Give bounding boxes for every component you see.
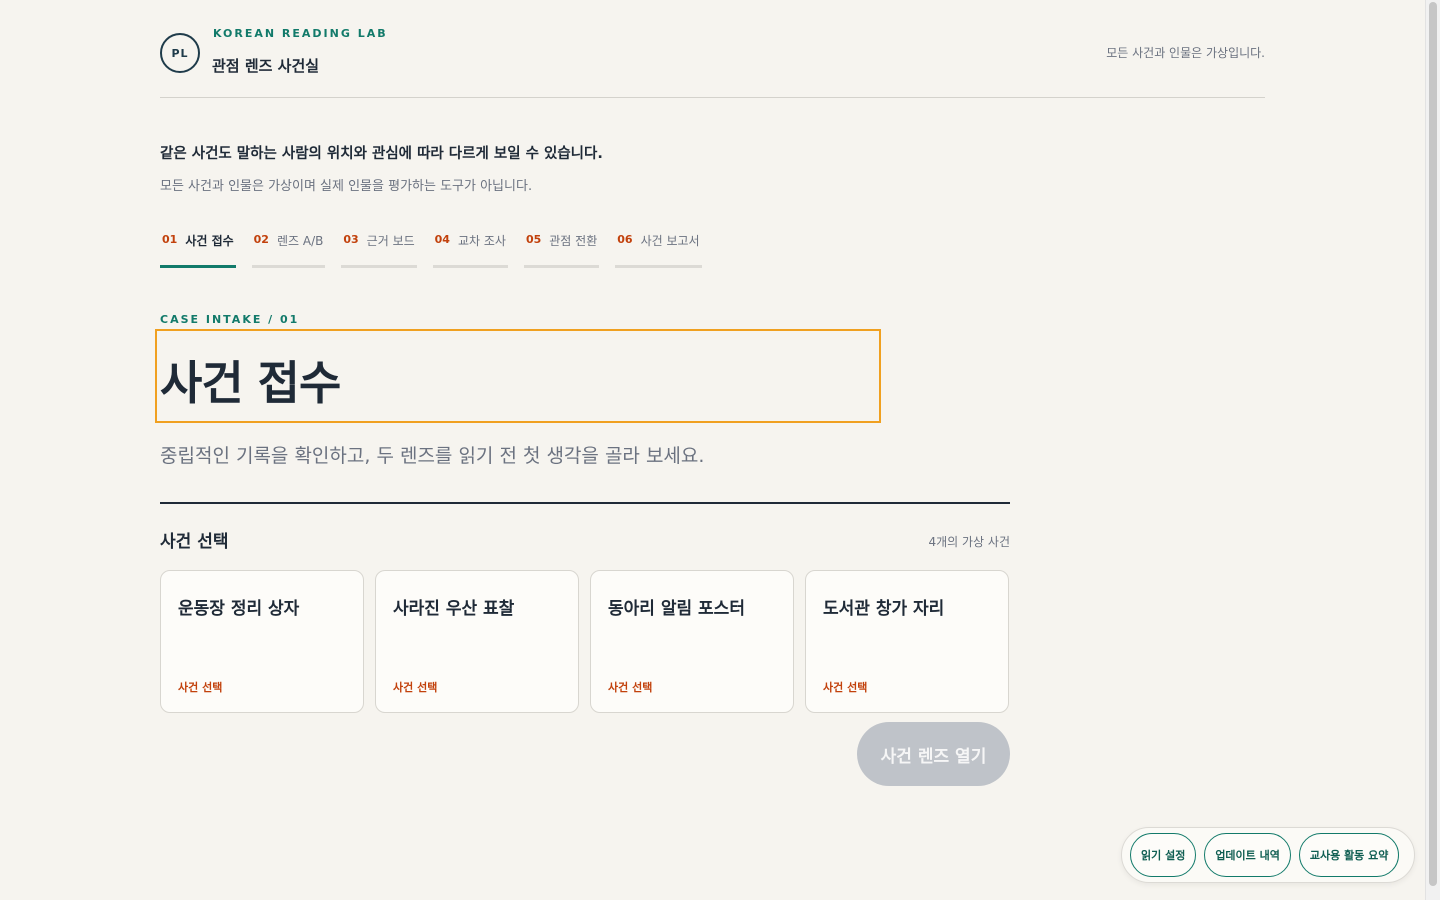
step-number: 03 — [343, 233, 359, 246]
reading-settings-button[interactable]: 읽기 설정 — [1130, 833, 1197, 877]
case-select-link[interactable]: 사건 선택 — [393, 679, 437, 695]
scrollbar[interactable] — [1425, 0, 1440, 900]
step-label: 교차 조사 — [457, 234, 506, 248]
step-label: 사건 보고서 — [640, 234, 700, 248]
brand-eyebrow: KOREAN READING LAB — [213, 27, 388, 40]
page-description: 중립적인 기록을 확인하고, 두 렌즈를 읽기 전 첫 생각을 골라 보세요. — [160, 445, 705, 467]
case-card-title: 사라진 우산 표찰 — [393, 599, 515, 619]
floating-toolbar: 읽기 설정 업데이트 내역 교사용 활동 요약 — [1121, 827, 1415, 883]
step-number: 05 — [525, 233, 542, 246]
section-eyebrow: CASE INTAKE / 01 — [160, 313, 300, 326]
step-label: 렌즈 A/B — [276, 234, 324, 248]
logo-badge: PL — [160, 33, 200, 73]
intro-subtext: 모든 사건과 인물은 가상이며 실제 인물을 평가하는 도구가 아닙니다. — [160, 179, 533, 194]
case-card[interactable]: 사라진 우산 표찰 사건 선택 — [375, 570, 579, 713]
step-label: 사건 접수 — [185, 234, 234, 248]
site-header: PL KOREAN READING LAB 관점 렌즈 사건실 모든 사건과 인… — [160, 0, 1265, 98]
scrollbar-thumb[interactable] — [1429, 2, 1437, 886]
case-card[interactable]: 도서관 창가 자리 사건 선택 — [805, 570, 1009, 713]
step-number: 04 — [434, 233, 450, 246]
case-card[interactable]: 동아리 알림 포스터 사건 선택 — [590, 570, 794, 713]
tab-case-report[interactable]: 06 사건 보고서 — [615, 232, 702, 268]
step-label: 관점 전환 — [549, 234, 598, 248]
step-label: 근거 보드 — [366, 234, 415, 248]
case-card[interactable]: 운동장 정리 상자 사건 선택 — [160, 570, 364, 713]
step-tabs: 01 사건 접수 02 렌즈 A/B 03 근거 보드 04 교차 조사 05 … — [160, 232, 702, 268]
case-select-link[interactable]: 사건 선택 — [608, 679, 652, 695]
case-card-title: 동아리 알림 포스터 — [608, 599, 745, 619]
step-number: 06 — [617, 233, 633, 246]
update-history-button[interactable]: 업데이트 내역 — [1204, 833, 1291, 877]
page-container: PL KOREAN READING LAB 관점 렌즈 사건실 모든 사건과 인… — [155, 0, 1265, 786]
intro-lead: 같은 사건도 말하는 사람의 위치와 관심에 따라 다르게 보일 수 있습니다. — [160, 146, 603, 162]
tab-perspective-shift[interactable]: 05 관점 전환 — [523, 232, 600, 268]
open-case-lens-button[interactable]: 사건 렌즈 열기 — [857, 722, 1010, 786]
page-title: 사건 접수 — [160, 356, 341, 410]
fiction-disclaimer: 모든 사건과 인물은 가상입니다. — [1106, 46, 1265, 60]
brand-title: 관점 렌즈 사건실 — [212, 57, 320, 75]
tab-evidence-board[interactable]: 03 근거 보드 — [341, 232, 417, 268]
case-card-title: 도서관 창가 자리 — [823, 599, 945, 619]
teacher-summary-button[interactable]: 교사용 활동 요약 — [1298, 833, 1400, 877]
tab-case-intake[interactable]: 01 사건 접수 — [160, 232, 236, 268]
section-divider — [160, 502, 1010, 504]
case-card-title: 운동장 정리 상자 — [178, 599, 300, 619]
step-number: 01 — [162, 233, 178, 246]
tab-cross-examination[interactable]: 04 교차 조사 — [432, 232, 508, 268]
step-number: 02 — [253, 233, 269, 246]
case-count: 4개의 가상 사건 — [928, 535, 1010, 549]
case-select-link[interactable]: 사건 선택 — [823, 679, 867, 695]
case-select-link[interactable]: 사건 선택 — [178, 679, 222, 695]
case-card-list: 운동장 정리 상자 사건 선택 사라진 우산 표찰 사건 선택 동아리 알림 포… — [160, 570, 1009, 713]
tab-lens-ab[interactable]: 02 렌즈 A/B — [251, 232, 326, 268]
